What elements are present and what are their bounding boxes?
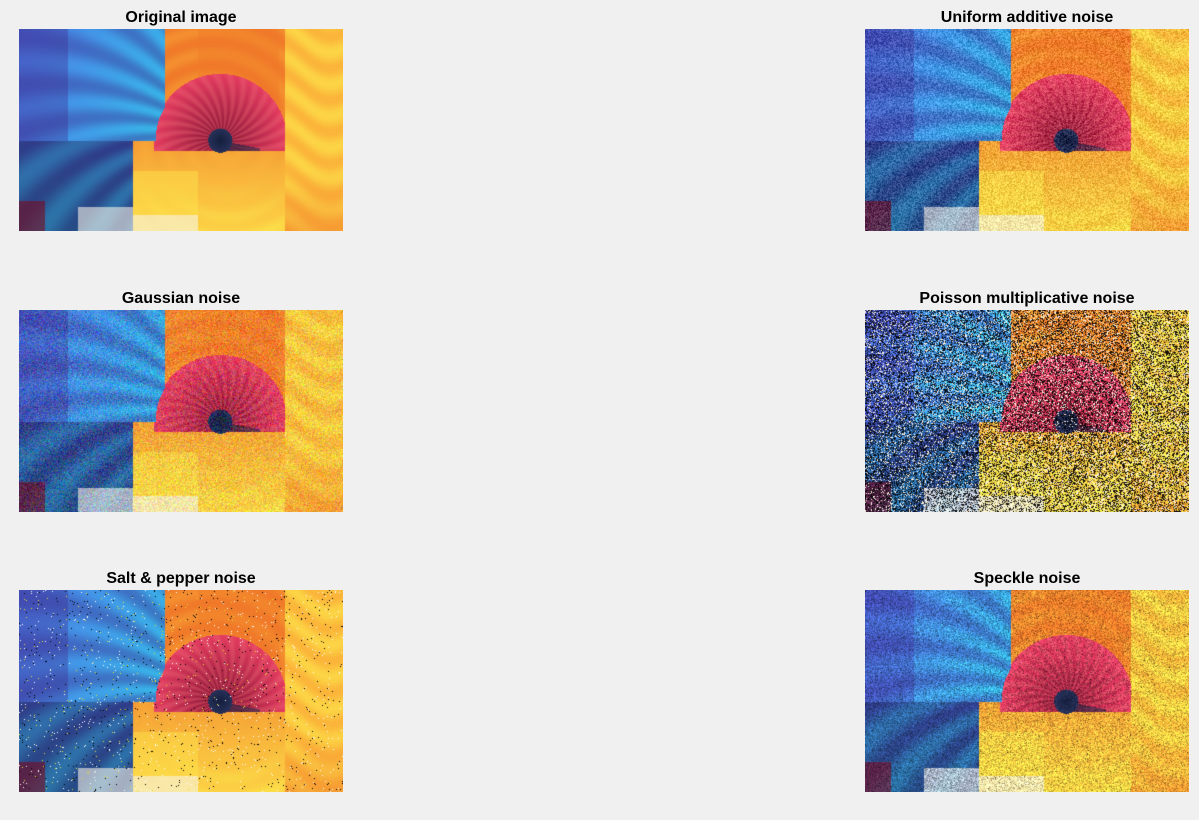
panel-title: Uniform additive noise <box>940 9 1114 26</box>
panel-title: Speckle noise <box>973 570 1081 587</box>
poisson-noise-image <box>865 310 1189 512</box>
speckle-noise-image <box>865 590 1189 792</box>
gaussian-noise-image <box>19 310 343 512</box>
uniform-noise-image <box>865 29 1189 231</box>
salt-pepper-noise-image <box>19 590 343 792</box>
panel-title: Original image <box>125 9 237 26</box>
panel-title: Salt & pepper noise <box>106 570 256 587</box>
original-image <box>19 29 343 231</box>
panel-title: Poisson multiplicative noise <box>919 290 1135 307</box>
panel-title: Gaussian noise <box>121 290 241 307</box>
